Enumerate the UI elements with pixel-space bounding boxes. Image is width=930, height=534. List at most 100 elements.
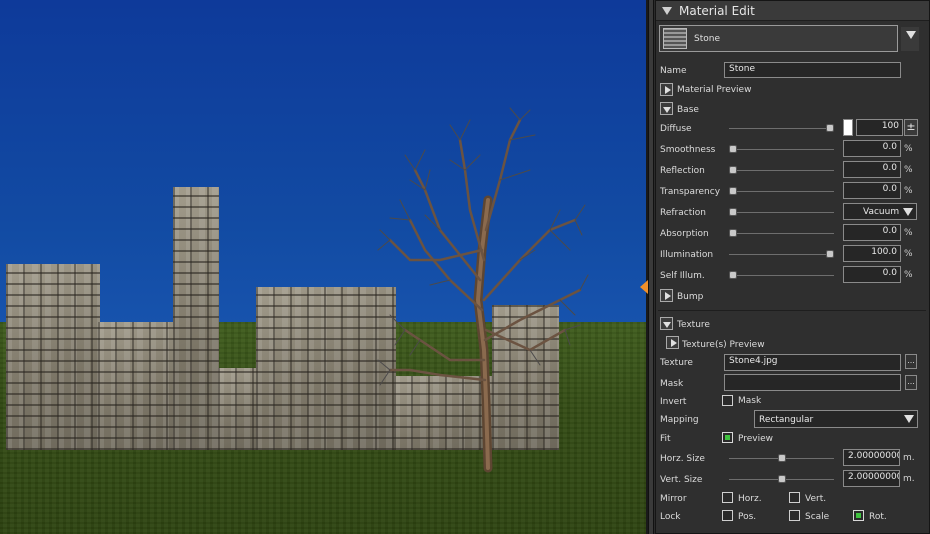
material-selector-dropdown-icon[interactable] bbox=[901, 27, 919, 51]
texture-collapse-icon[interactable] bbox=[660, 317, 673, 330]
mapping-select-value: Rectangular bbox=[759, 415, 814, 425]
diffuse-slider-knob[interactable] bbox=[826, 124, 834, 132]
lock-scale-checkbox[interactable] bbox=[789, 510, 800, 521]
smoothness-slider-track[interactable] bbox=[729, 149, 834, 150]
mirror-vert-label[interactable]: Vert. bbox=[805, 494, 826, 504]
smoothness-label: Smoothness bbox=[660, 145, 716, 155]
reflection-slider-track[interactable] bbox=[729, 170, 834, 171]
transparency-label: Transparency bbox=[660, 187, 721, 197]
mirror-horz-checkbox[interactable] bbox=[722, 492, 733, 503]
self-illum-unit: % bbox=[904, 270, 913, 280]
mapping-dropdown-icon[interactable] bbox=[901, 411, 917, 427]
smoothness-input[interactable]: 0.0 bbox=[843, 140, 901, 157]
material-selector-label: Stone bbox=[694, 34, 720, 44]
lock-pos-label[interactable]: Pos. bbox=[738, 512, 756, 522]
fit-label: Fit bbox=[660, 434, 671, 444]
vert-size-slider-knob[interactable] bbox=[777, 475, 786, 483]
smoothness-slider-knob[interactable] bbox=[729, 145, 737, 153]
lock-rot-label[interactable]: Rot. bbox=[869, 512, 887, 522]
mask-input[interactable] bbox=[724, 374, 901, 391]
collapse-panel-arrow-icon[interactable] bbox=[640, 280, 648, 294]
texture-input[interactable]: Stone4.jpg bbox=[724, 354, 901, 371]
texture-section-label[interactable]: Texture bbox=[677, 320, 710, 330]
mapping-select[interactable]: Rectangular bbox=[754, 410, 918, 428]
mask-browse-button[interactable]: ... bbox=[905, 375, 917, 390]
lock-label: Lock bbox=[660, 512, 681, 522]
refraction-dropdown-icon[interactable] bbox=[901, 204, 916, 219]
self-illum-slider-track[interactable] bbox=[729, 275, 834, 276]
panel-splitter[interactable] bbox=[648, 0, 654, 534]
refraction-label: Refraction bbox=[660, 208, 706, 218]
stone-wall-left-tower bbox=[6, 264, 100, 450]
collapse-triangle-icon[interactable] bbox=[662, 7, 672, 15]
self-illum-slider-knob[interactable] bbox=[729, 271, 737, 279]
illumination-unit: % bbox=[904, 249, 913, 259]
name-label: Name bbox=[660, 66, 687, 76]
lock-pos-checkbox[interactable] bbox=[722, 510, 733, 521]
absorption-label: Absorption bbox=[660, 229, 709, 239]
refraction-select-value: Vacuum bbox=[863, 207, 900, 217]
invert-label: Invert bbox=[660, 397, 687, 407]
lock-scale-label[interactable]: Scale bbox=[805, 512, 829, 522]
panel-title: Material Edit bbox=[679, 4, 755, 18]
mirror-label: Mirror bbox=[660, 494, 687, 504]
bump-expand-icon[interactable] bbox=[660, 289, 673, 302]
fit-preview-checkbox[interactable] bbox=[722, 432, 733, 443]
smoothness-unit: % bbox=[904, 144, 913, 154]
mirror-vert-checkbox[interactable] bbox=[789, 492, 800, 503]
bare-tree bbox=[377, 107, 589, 473]
material-selector[interactable]: Stone bbox=[659, 25, 898, 52]
base-section-label[interactable]: Base bbox=[677, 105, 699, 115]
material-preview-expand-icon[interactable] bbox=[660, 83, 673, 96]
invert-mask-checkbox[interactable] bbox=[722, 395, 733, 406]
mask-label: Mask bbox=[660, 379, 684, 389]
horz-size-input[interactable]: 2.00000000 bbox=[843, 449, 900, 466]
absorption-slider-knob[interactable] bbox=[729, 229, 737, 237]
stone-wall-low-section bbox=[98, 322, 176, 450]
material-edit-header[interactable]: Material Edit bbox=[656, 1, 929, 21]
vert-size-input[interactable]: 2.00000000 bbox=[843, 470, 900, 487]
material-thumbnail-icon bbox=[663, 28, 687, 49]
reflection-unit: % bbox=[904, 165, 913, 175]
vert-size-unit: m. bbox=[903, 474, 915, 484]
mapping-label: Mapping bbox=[660, 415, 699, 425]
self-illum-input[interactable]: 0.0 bbox=[843, 266, 901, 283]
name-input[interactable]: Stone bbox=[724, 62, 901, 78]
texture-label: Texture bbox=[660, 358, 693, 368]
textures-preview-label[interactable]: Texture(s) Preview bbox=[682, 340, 765, 350]
diffuse-slider-track[interactable] bbox=[729, 128, 834, 129]
invert-mask-label[interactable]: Mask bbox=[738, 396, 761, 406]
reflection-slider-knob[interactable] bbox=[729, 166, 737, 174]
transparency-slider-track[interactable] bbox=[729, 191, 834, 192]
horz-size-slider-knob[interactable] bbox=[777, 454, 786, 462]
refraction-slider-track[interactable] bbox=[729, 212, 834, 213]
diffuse-spin-button[interactable]: ± bbox=[904, 119, 918, 136]
mirror-horz-label[interactable]: Horz. bbox=[738, 494, 762, 504]
illumination-slider-knob[interactable] bbox=[826, 250, 834, 258]
diffuse-color-swatch[interactable] bbox=[843, 119, 853, 136]
absorption-slider-track[interactable] bbox=[729, 233, 834, 234]
section-divider bbox=[658, 310, 926, 311]
transparency-input[interactable]: 0.0 bbox=[843, 182, 901, 199]
absorption-input[interactable]: 0.0 bbox=[843, 224, 901, 241]
3d-viewport[interactable] bbox=[0, 0, 648, 534]
illumination-slider-track[interactable] bbox=[729, 254, 834, 255]
textures-preview-expand-icon[interactable] bbox=[666, 336, 679, 349]
transparency-slider-knob[interactable] bbox=[729, 187, 737, 195]
material-preview-label[interactable]: Material Preview bbox=[677, 85, 751, 95]
refraction-select[interactable]: Vacuum bbox=[843, 203, 917, 220]
reflection-input[interactable]: 0.0 bbox=[843, 161, 901, 178]
refraction-slider-knob[interactable] bbox=[729, 208, 737, 216]
texture-browse-button[interactable]: ... bbox=[905, 354, 917, 369]
illumination-input[interactable]: 100.0 bbox=[843, 245, 901, 262]
horz-size-unit: m. bbox=[903, 453, 915, 463]
diffuse-input[interactable]: 100 bbox=[856, 119, 903, 136]
vert-size-label: Vert. Size bbox=[660, 475, 703, 485]
fit-preview-label[interactable]: Preview bbox=[738, 434, 773, 444]
diffuse-label: Diffuse bbox=[660, 124, 692, 134]
base-collapse-icon[interactable] bbox=[660, 102, 673, 115]
transparency-unit: % bbox=[904, 186, 913, 196]
bump-section-label[interactable]: Bump bbox=[677, 292, 703, 302]
lock-rot-checkbox[interactable] bbox=[853, 510, 864, 521]
illumination-label: Illumination bbox=[660, 250, 714, 260]
